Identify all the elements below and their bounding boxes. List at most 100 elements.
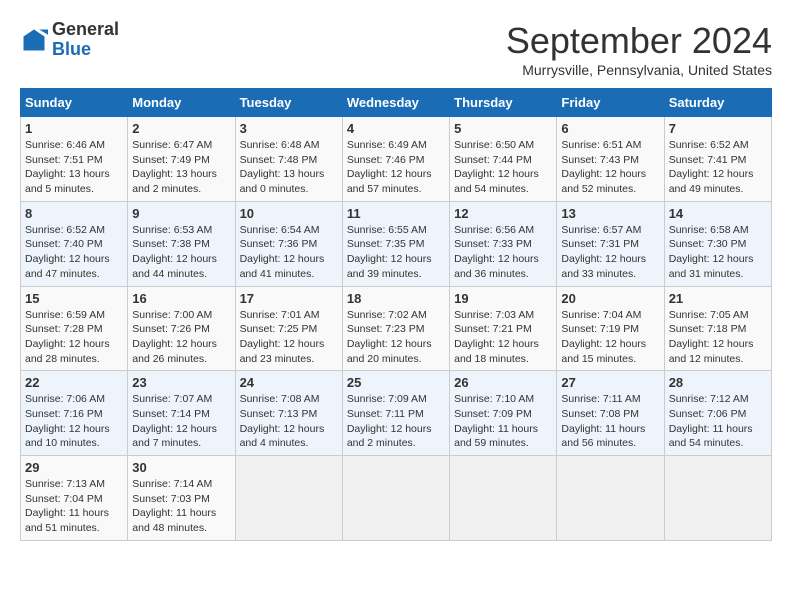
day-info: Sunrise: 7:10 AMSunset: 7:09 PMDaylight:… <box>454 392 552 451</box>
day-number: 18 <box>347 291 445 306</box>
calendar-header-cell: Tuesday <box>235 89 342 117</box>
calendar-day-cell: 29Sunrise: 7:13 AMSunset: 7:04 PMDayligh… <box>21 456 128 541</box>
day-info: Sunrise: 7:04 AMSunset: 7:19 PMDaylight:… <box>561 308 659 367</box>
calendar-day-cell: 13Sunrise: 6:57 AMSunset: 7:31 PMDayligh… <box>557 201 664 286</box>
logo: General Blue <box>20 20 119 60</box>
day-info: Sunrise: 7:01 AMSunset: 7:25 PMDaylight:… <box>240 308 338 367</box>
day-info: Sunrise: 6:46 AMSunset: 7:51 PMDaylight:… <box>25 138 123 197</box>
day-number: 25 <box>347 375 445 390</box>
day-number: 6 <box>561 121 659 136</box>
calendar-header-cell: Friday <box>557 89 664 117</box>
day-number: 3 <box>240 121 338 136</box>
day-info: Sunrise: 7:00 AMSunset: 7:26 PMDaylight:… <box>132 308 230 367</box>
day-number: 7 <box>669 121 767 136</box>
day-info: Sunrise: 6:53 AMSunset: 7:38 PMDaylight:… <box>132 223 230 282</box>
day-number: 16 <box>132 291 230 306</box>
calendar-day-cell: 30 Sunrise: 7:14 AMSunset: 7:03 PMDayligh… <box>128 456 235 541</box>
calendar-day-cell: 27 Sunrise: 7:11 AMSunset: 7:08 PMDayligh… <box>557 371 664 456</box>
calendar-day-cell: 28Sunrise: 7:12 AMSunset: 7:06 PMDayligh… <box>664 371 771 456</box>
calendar-header: SundayMondayTuesdayWednesdayThursdayFrid… <box>21 89 772 117</box>
day-number: 21 <box>669 291 767 306</box>
day-info: Sunrise: 7:05 AMSunset: 7:18 PMDaylight:… <box>669 308 767 367</box>
day-info: Sunrise: 7:06 AMSunset: 7:16 PMDaylight:… <box>25 392 123 451</box>
calendar-day-cell: 25Sunrise: 7:09 AMSunset: 7:11 PMDayligh… <box>342 371 449 456</box>
day-number: 22 <box>25 375 123 390</box>
calendar-day-cell <box>342 456 449 541</box>
day-info: Sunrise: 6:56 AMSunset: 7:33 PMDaylight:… <box>454 223 552 282</box>
day-info: Sunrise: 6:49 AMSunset: 7:46 PMDaylight:… <box>347 138 445 197</box>
calendar-day-cell: 15 Sunrise: 6:59 AMSunset: 7:28 PMDayligh… <box>21 286 128 371</box>
day-number: 24 <box>240 375 338 390</box>
day-info: Sunrise: 7:14 AMSunset: 7:03 PMDaylight:… <box>132 477 230 536</box>
day-number: 28 <box>669 375 767 390</box>
day-info: Sunrise: 7:02 AMSunset: 7:23 PMDaylight:… <box>347 308 445 367</box>
calendar-header-cell: Thursday <box>450 89 557 117</box>
day-number: 12 <box>454 206 552 221</box>
calendar: SundayMondayTuesdayWednesdayThursdayFrid… <box>20 88 772 541</box>
day-info: Sunrise: 7:03 AMSunset: 7:21 PMDaylight:… <box>454 308 552 367</box>
calendar-week-row: 15 Sunrise: 6:59 AMSunset: 7:28 PMDayligh… <box>21 286 772 371</box>
calendar-day-cell: 23 Sunrise: 7:07 AMSunset: 7:14 PMDayligh… <box>128 371 235 456</box>
day-info: Sunrise: 7:11 AMSunset: 7:08 PMDaylight:… <box>561 392 659 451</box>
day-info: Sunrise: 7:08 AMSunset: 7:13 PMDaylight:… <box>240 392 338 451</box>
day-info: Sunrise: 6:48 AMSunset: 7:48 PMDaylight:… <box>240 138 338 197</box>
location: Murrysville, Pennsylvania, United States <box>506 62 772 78</box>
day-number: 1 <box>25 121 123 136</box>
calendar-day-cell: 12 Sunrise: 6:56 AMSunset: 7:33 PMDayligh… <box>450 201 557 286</box>
day-info: Sunrise: 6:55 AMSunset: 7:35 PMDaylight:… <box>347 223 445 282</box>
month-title: September 2024 <box>506 20 772 62</box>
day-number: 26 <box>454 375 552 390</box>
calendar-day-cell: 5Sunrise: 6:50 AMSunset: 7:44 PMDaylight… <box>450 117 557 202</box>
calendar-day-cell: 11Sunrise: 6:55 AMSunset: 7:35 PMDayligh… <box>342 201 449 286</box>
day-info: Sunrise: 7:13 AMSunset: 7:04 PMDaylight:… <box>25 477 123 536</box>
calendar-day-cell: 14 Sunrise: 6:58 AMSunset: 7:30 PMDayligh… <box>664 201 771 286</box>
day-info: Sunrise: 6:47 AMSunset: 7:49 PMDaylight:… <box>132 138 230 197</box>
calendar-day-cell <box>664 456 771 541</box>
calendar-day-cell: 10Sunrise: 6:54 AMSunset: 7:36 PMDayligh… <box>235 201 342 286</box>
calendar-header-cell: Monday <box>128 89 235 117</box>
day-info: Sunrise: 6:52 AMSunset: 7:40 PMDaylight:… <box>25 223 123 282</box>
calendar-day-cell: 26 Sunrise: 7:10 AMSunset: 7:09 PMDayligh… <box>450 371 557 456</box>
day-number: 14 <box>669 206 767 221</box>
calendar-day-cell: 22 Sunrise: 7:06 AMSunset: 7:16 PMDayligh… <box>21 371 128 456</box>
calendar-body: 1 Sunrise: 6:46 AMSunset: 7:51 PMDaylight… <box>21 117 772 541</box>
calendar-day-cell: 21 Sunrise: 7:05 AMSunset: 7:18 PMDayligh… <box>664 286 771 371</box>
calendar-header-cell: Sunday <box>21 89 128 117</box>
day-number: 2 <box>132 121 230 136</box>
calendar-day-cell: 3 Sunrise: 6:48 AMSunset: 7:48 PMDaylight… <box>235 117 342 202</box>
calendar-day-cell <box>235 456 342 541</box>
calendar-header-row: SundayMondayTuesdayWednesdayThursdayFrid… <box>21 89 772 117</box>
day-number: 30 <box>132 460 230 475</box>
day-info: Sunrise: 6:58 AMSunset: 7:30 PMDaylight:… <box>669 223 767 282</box>
calendar-day-cell: 20 Sunrise: 7:04 AMSunset: 7:19 PMDayligh… <box>557 286 664 371</box>
day-number: 19 <box>454 291 552 306</box>
calendar-day-cell: 16 Sunrise: 7:00 AMSunset: 7:26 PMDayligh… <box>128 286 235 371</box>
day-number: 13 <box>561 206 659 221</box>
calendar-day-cell: 1 Sunrise: 6:46 AMSunset: 7:51 PMDaylight… <box>21 117 128 202</box>
logo-general-text: General <box>52 19 119 39</box>
calendar-day-cell: 24 Sunrise: 7:08 AMSunset: 7:13 PMDayligh… <box>235 371 342 456</box>
day-number: 9 <box>132 206 230 221</box>
calendar-day-cell: 6 Sunrise: 6:51 AMSunset: 7:43 PMDaylight… <box>557 117 664 202</box>
calendar-day-cell: 2 Sunrise: 6:47 AMSunset: 7:49 PMDaylight… <box>128 117 235 202</box>
day-number: 4 <box>347 121 445 136</box>
day-number: 15 <box>25 291 123 306</box>
day-info: Sunrise: 6:51 AMSunset: 7:43 PMDaylight:… <box>561 138 659 197</box>
calendar-day-cell: 19 Sunrise: 7:03 AMSunset: 7:21 PMDayligh… <box>450 286 557 371</box>
calendar-header-cell: Saturday <box>664 89 771 117</box>
day-number: 23 <box>132 375 230 390</box>
day-info: Sunrise: 6:50 AMSunset: 7:44 PMDaylight:… <box>454 138 552 197</box>
calendar-header-cell: Wednesday <box>342 89 449 117</box>
day-info: Sunrise: 7:07 AMSunset: 7:14 PMDaylight:… <box>132 392 230 451</box>
calendar-day-cell: 7Sunrise: 6:52 AMSunset: 7:41 PMDaylight… <box>664 117 771 202</box>
day-number: 20 <box>561 291 659 306</box>
calendar-week-row: 22 Sunrise: 7:06 AMSunset: 7:16 PMDayligh… <box>21 371 772 456</box>
day-info: Sunrise: 6:59 AMSunset: 7:28 PMDaylight:… <box>25 308 123 367</box>
calendar-day-cell <box>450 456 557 541</box>
calendar-day-cell: 8Sunrise: 6:52 AMSunset: 7:40 PMDaylight… <box>21 201 128 286</box>
day-number: 27 <box>561 375 659 390</box>
calendar-day-cell: 18 Sunrise: 7:02 AMSunset: 7:23 PMDayligh… <box>342 286 449 371</box>
title-area: September 2024 Murrysville, Pennsylvania… <box>506 20 772 78</box>
calendar-week-row: 1 Sunrise: 6:46 AMSunset: 7:51 PMDaylight… <box>21 117 772 202</box>
calendar-day-cell: 4 Sunrise: 6:49 AMSunset: 7:46 PMDaylight… <box>342 117 449 202</box>
